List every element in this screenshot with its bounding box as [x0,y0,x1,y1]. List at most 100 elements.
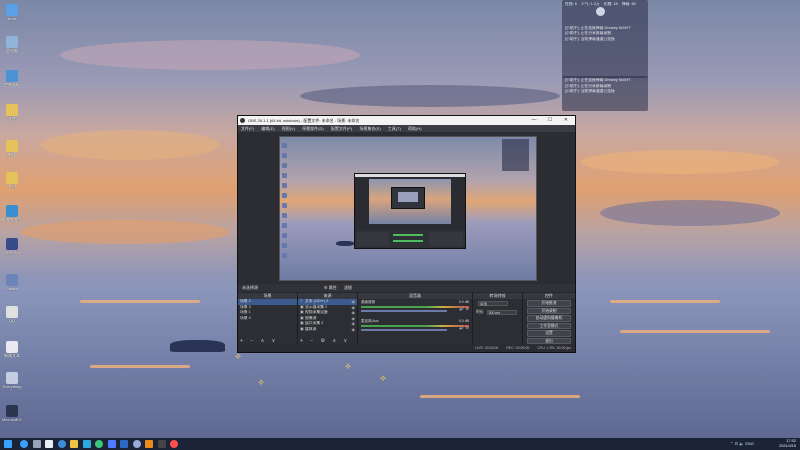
taskbar-app-icon[interactable] [45,440,53,448]
source-label: 文本 (GDI+) 2 [305,299,329,303]
windows-start-icon[interactable] [4,440,12,448]
desktop-icon[interactable]: 控制面板 [2,70,22,87]
transition-duration: 时长 300 ms [473,308,522,317]
desktop-icon[interactable]: OBS Pro [2,238,22,255]
taskbar-app-icon[interactable] [157,440,166,448]
desktop-icon[interactable]: Steam [2,274,22,291]
desktop-icon[interactable]: 素材 [2,172,22,189]
clock[interactable]: 17:02 2021/4/15 [779,438,796,450]
desktop-icon[interactable]: 文件 [2,104,22,121]
volume-slider[interactable] [361,310,448,312]
exit-button[interactable]: 退出 [527,337,571,344]
cloud-shape [40,130,220,160]
clock-date: 2021/4/15 [779,444,796,448]
settings-button[interactable]: 设置 [527,330,571,337]
obs-window[interactable]: OBS 26.1.1 (64 bit, windows) - 配置文件: 未命名… [237,115,576,353]
desktop-icon[interactable]: Adm [2,4,22,21]
desktop-icon[interactable]: Everything [2,372,22,389]
preview-canvas[interactable] [279,136,537,281]
sources-toolbar[interactable]: + − ⚙ ∧ ∨ [300,338,350,344]
water-glow [610,300,720,303]
desktop-icon[interactable]: 哔哩哔哩直播 [2,205,22,222]
cpu-status: CPU: 1.5%, 30.00 fps [537,346,571,350]
taskbar-app-icon[interactable] [120,440,128,448]
desktop-icon[interactable]: Microsoft Edge [2,405,22,422]
stat-gifts: 礼物: 18 [603,2,618,6]
desktop-icon[interactable]: 此电脑 [2,36,22,53]
start-virtual-camera-button[interactable]: 启动虚拟摄像机 [527,315,571,322]
taskbar-app-icon[interactable] [32,440,41,448]
transitions-dock: 转场特效 淡出 时长 300 ms [473,293,523,345]
controls-dock: 控件 开始推流 开始录制 启动虚拟摄像机 工作室模式 设置 退出 [523,293,575,345]
cloud-shape [300,85,560,107]
nested-obs-preview [354,173,466,249]
taskbar-app-icon[interactable] [132,440,141,448]
menu-view[interactable]: 视图(V) [282,126,295,131]
tray-icons[interactable]: ⌃ ⊡ 🔈 ENG [730,441,754,446]
game-icon [6,238,18,250]
desktop-icon-label: 文件 [8,116,16,121]
stat-popularity: 人气: 1.2万 [580,2,600,6]
taskbar-app-icon[interactable] [170,440,178,448]
duration-input[interactable]: 300 ms [486,310,517,315]
source-label: 媒体源 [305,326,317,331]
start-streaming-button[interactable]: 开始推流 [527,300,571,307]
taskbar-app-icon[interactable] [57,440,66,448]
taskbar-app-icon[interactable] [145,440,153,448]
eye-icon[interactable]: ◉ [352,327,356,333]
taskbar-app-icon[interactable] [95,440,103,448]
speaker-icon[interactable]: 🔊 ⚙ [459,306,469,311]
menu-profile[interactable]: 配置文件(P) [331,126,352,131]
taskbar-app-icon[interactable] [82,440,91,448]
preview-boat [336,241,354,246]
avatar [596,7,605,16]
speaker-icon[interactable]: 🔊 ⚙ [459,325,469,330]
properties-button[interactable]: ⚙ 属性 [324,285,337,290]
menu-scene-collection[interactable]: 场景集合(S) [359,126,380,131]
transition-select[interactable]: 淡出 [478,301,508,306]
desktop-icon-label: 此电脑 [6,48,18,53]
input-language[interactable]: ENG [745,441,754,446]
obs-title-bar[interactable]: OBS 26.1.1 (64 bit, windows) - 配置文件: 未命名… [238,116,575,125]
filters-button[interactable]: 滤镜 [344,285,352,290]
taskbar-app-icon[interactable] [70,440,78,448]
taskbar-app-icon[interactable] [20,440,28,448]
volume-slider[interactable] [361,329,448,331]
menu-docks[interactable]: 停靠部件(D) [302,126,324,131]
user-folder-icon [6,4,18,16]
desktop-icon-label: 新建 [8,152,16,157]
scenes-toolbar[interactable]: + − ∧ ∨ [240,338,278,344]
taskbar-app-icon[interactable] [107,440,116,448]
desktop-icon[interactable]: QQ [2,306,22,323]
duration-label: 时长 [476,310,484,314]
app-icon [6,372,18,384]
start-recording-button[interactable]: 开始录制 [527,307,571,314]
window-controls[interactable]: — ☐ ✕ [532,116,573,125]
taskbar: ⌃ ⊡ 🔈 ENG 17:02 2021/4/15 [0,438,800,450]
stat-online: 在线: 6 [565,2,577,6]
menu-tools[interactable]: 工具(T) [388,126,401,131]
app-icon [6,405,18,417]
preview-area[interactable] [238,132,575,284]
desktop-icon-label: 新建文本 [4,353,20,358]
app-icon [6,306,18,318]
computer-icon [6,36,18,48]
menu-edit[interactable]: 编辑(E) [261,126,274,131]
network-icon [6,70,18,82]
volume-meter [361,325,469,327]
bird-icon: ⟡ [258,377,264,387]
desktop-icon-label: 控制面板 [4,82,20,87]
studio-mode-button[interactable]: 工作室模式 [527,322,571,329]
track-name: 桌面音频 [361,300,375,304]
menu-file[interactable]: 文件(F) [241,126,254,131]
live-status: LIVE: 00:00:00 [475,346,499,350]
desktop-icon[interactable]: 新建文本 [2,341,22,358]
desktop-icon-label: 哔哩哔哩直播 [2,217,22,222]
media-icon: ▣ [300,326,304,331]
source-item[interactable]: ▣媒体源 ◉ [298,327,357,333]
volume-meter [361,306,469,308]
desktop-icon-label: Adm [7,16,17,21]
scene-item[interactable]: 场景 4 [238,316,297,322]
menu-help[interactable]: 帮助(H) [408,126,422,131]
desktop-icon[interactable]: 新建 [2,140,22,157]
